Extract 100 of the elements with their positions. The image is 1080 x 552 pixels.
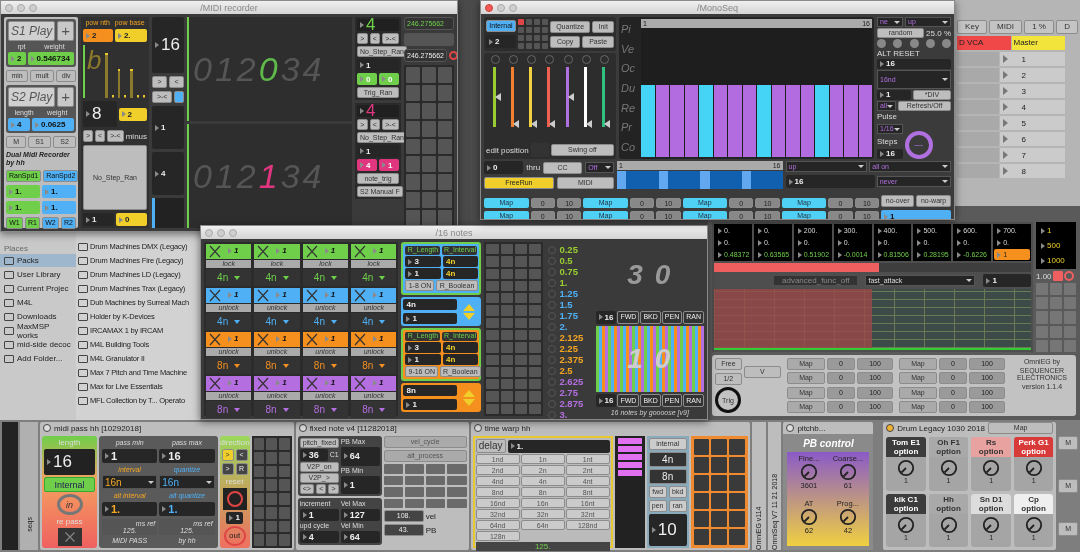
- knob-icon[interactable]: [897, 515, 916, 534]
- pad[interactable]: [253, 465, 265, 478]
- number-box[interactable]: 4: [152, 152, 184, 195]
- number-box[interactable]: 127: [340, 509, 380, 521]
- pad[interactable]: [426, 498, 446, 508]
- pad[interactable]: [438, 84, 452, 101]
- number-box[interactable]: 16: [877, 149, 903, 159]
- pad[interactable]: [486, 268, 499, 279]
- number-box[interactable]: 2.: [114, 29, 147, 42]
- pad[interactable]: [486, 403, 499, 414]
- number-box[interactable]: 64: [340, 447, 380, 466]
- rate-dropdown[interactable]: 8n: [254, 401, 300, 418]
- pad[interactable]: [711, 439, 728, 455]
- number-box[interactable]: 1.: [42, 185, 76, 198]
- number-box[interactable]: 1: [321, 376, 349, 389]
- step-bar[interactable]: [858, 84, 872, 157]
- number-box[interactable]: 1: [299, 509, 339, 521]
- pad[interactable]: [693, 475, 710, 491]
- pad[interactable]: [253, 534, 265, 546]
- number-box[interactable]: 16: [159, 448, 215, 463]
- clip-slot[interactable]: [957, 148, 999, 162]
- number-box[interactable]: 1: [379, 159, 399, 171]
- number-box[interactable]: 1: [877, 90, 912, 100]
- knob-icon[interactable]: [939, 459, 958, 477]
- reset-button[interactable]: [222, 488, 247, 510]
- knob-icon[interactable]: [897, 459, 916, 477]
- out-button[interactable]: out: [223, 525, 246, 546]
- pad[interactable]: [266, 520, 277, 533]
- pad[interactable]: [529, 256, 542, 267]
- pad[interactable]: [426, 487, 446, 497]
- window-zoom-button[interactable]: [509, 3, 517, 12]
- dropdown[interactable]: 16n: [159, 475, 215, 490]
- pad[interactable]: [438, 174, 452, 191]
- number-box[interactable]: 3: [405, 342, 442, 353]
- pad[interactable]: [514, 268, 528, 279]
- number-box[interactable]: 16: [152, 17, 184, 73]
- pad[interactable]: [383, 498, 403, 508]
- number-box[interactable]: 0.546734: [27, 52, 74, 65]
- clip-slot[interactable]: 1: [999, 52, 1065, 66]
- number-box[interactable]: 1: [881, 210, 951, 219]
- number-box[interactable]: 1: [357, 145, 399, 157]
- pad[interactable]: [529, 379, 542, 390]
- pad[interactable]: [500, 342, 513, 353]
- rate-dropdown[interactable]: 8n: [351, 357, 397, 374]
- pad[interactable]: [404, 498, 425, 508]
- place-item[interactable]: User Library: [0, 268, 76, 281]
- rate-dropdown[interactable]: 8n: [302, 357, 349, 374]
- add-button[interactable]: +: [57, 21, 74, 41]
- record-icon[interactable]: [1063, 271, 1074, 281]
- pad[interactable]: [529, 317, 542, 328]
- rate-dropdown[interactable]: 4n: [302, 269, 349, 286]
- number-box[interactable]: 64: [340, 531, 380, 543]
- pad[interactable]: [486, 329, 499, 341]
- number-box[interactable]: 4: [8, 118, 30, 131]
- pad[interactable]: [278, 520, 290, 533]
- pad[interactable]: [266, 506, 277, 519]
- pad[interactable]: [529, 403, 542, 414]
- pad[interactable]: [422, 156, 436, 173]
- pad[interactable]: [500, 354, 513, 365]
- pad[interactable]: [278, 493, 290, 505]
- window-minimize-button[interactable]: [17, 3, 25, 12]
- pad[interactable]: [278, 465, 290, 478]
- slider-thumb[interactable]: [586, 120, 593, 128]
- number-box[interactable]: 16: [44, 449, 95, 475]
- pad[interactable]: [253, 438, 265, 450]
- toggle-button[interactable]: [174, 91, 184, 103]
- pad[interactable]: [486, 379, 499, 390]
- pad[interactable]: [514, 391, 528, 402]
- power-toggle[interactable]: [786, 424, 795, 432]
- pad[interactable]: [514, 280, 528, 292]
- pad[interactable]: [500, 317, 513, 328]
- rate-dropdown[interactable]: 4n: [443, 354, 478, 365]
- pad[interactable]: [711, 511, 728, 527]
- number-box[interactable]: 1: [273, 244, 300, 257]
- knob-icon[interactable]: [799, 508, 818, 526]
- pad[interactable]: [438, 138, 452, 155]
- play-button[interactable]: S2 Play: [8, 87, 56, 107]
- track-header[interactable]: Master: [1011, 36, 1065, 50]
- pad[interactable]: [253, 506, 265, 519]
- number-box[interactable]: 1: [225, 244, 252, 257]
- pattern-matrix[interactable]: [518, 19, 548, 49]
- power-toggle[interactable]: [473, 424, 482, 432]
- pad[interactable]: [693, 529, 710, 545]
- knob-icon[interactable]: [982, 515, 1001, 534]
- window-minimize-button[interactable]: [217, 228, 225, 237]
- pad[interactable]: [404, 475, 425, 485]
- toolbar-button[interactable]: 1 %: [1024, 20, 1055, 34]
- number-box[interactable]: 1: [340, 475, 380, 494]
- rate-dropdown[interactable]: 8n: [302, 401, 349, 418]
- knob-icon[interactable]: [939, 515, 958, 534]
- step-bar[interactable]: [771, 84, 785, 157]
- pad[interactable]: [500, 403, 513, 414]
- step-bar[interactable]: [655, 84, 669, 157]
- place-item[interactable]: Current Projec: [0, 282, 76, 295]
- pad[interactable]: [406, 210, 420, 226]
- pad[interactable]: [438, 192, 452, 209]
- number-box[interactable]: 1: [152, 106, 184, 149]
- number-box[interactable]: 1: [226, 511, 243, 524]
- pad[interactable]: [404, 487, 425, 497]
- pad[interactable]: [438, 156, 452, 173]
